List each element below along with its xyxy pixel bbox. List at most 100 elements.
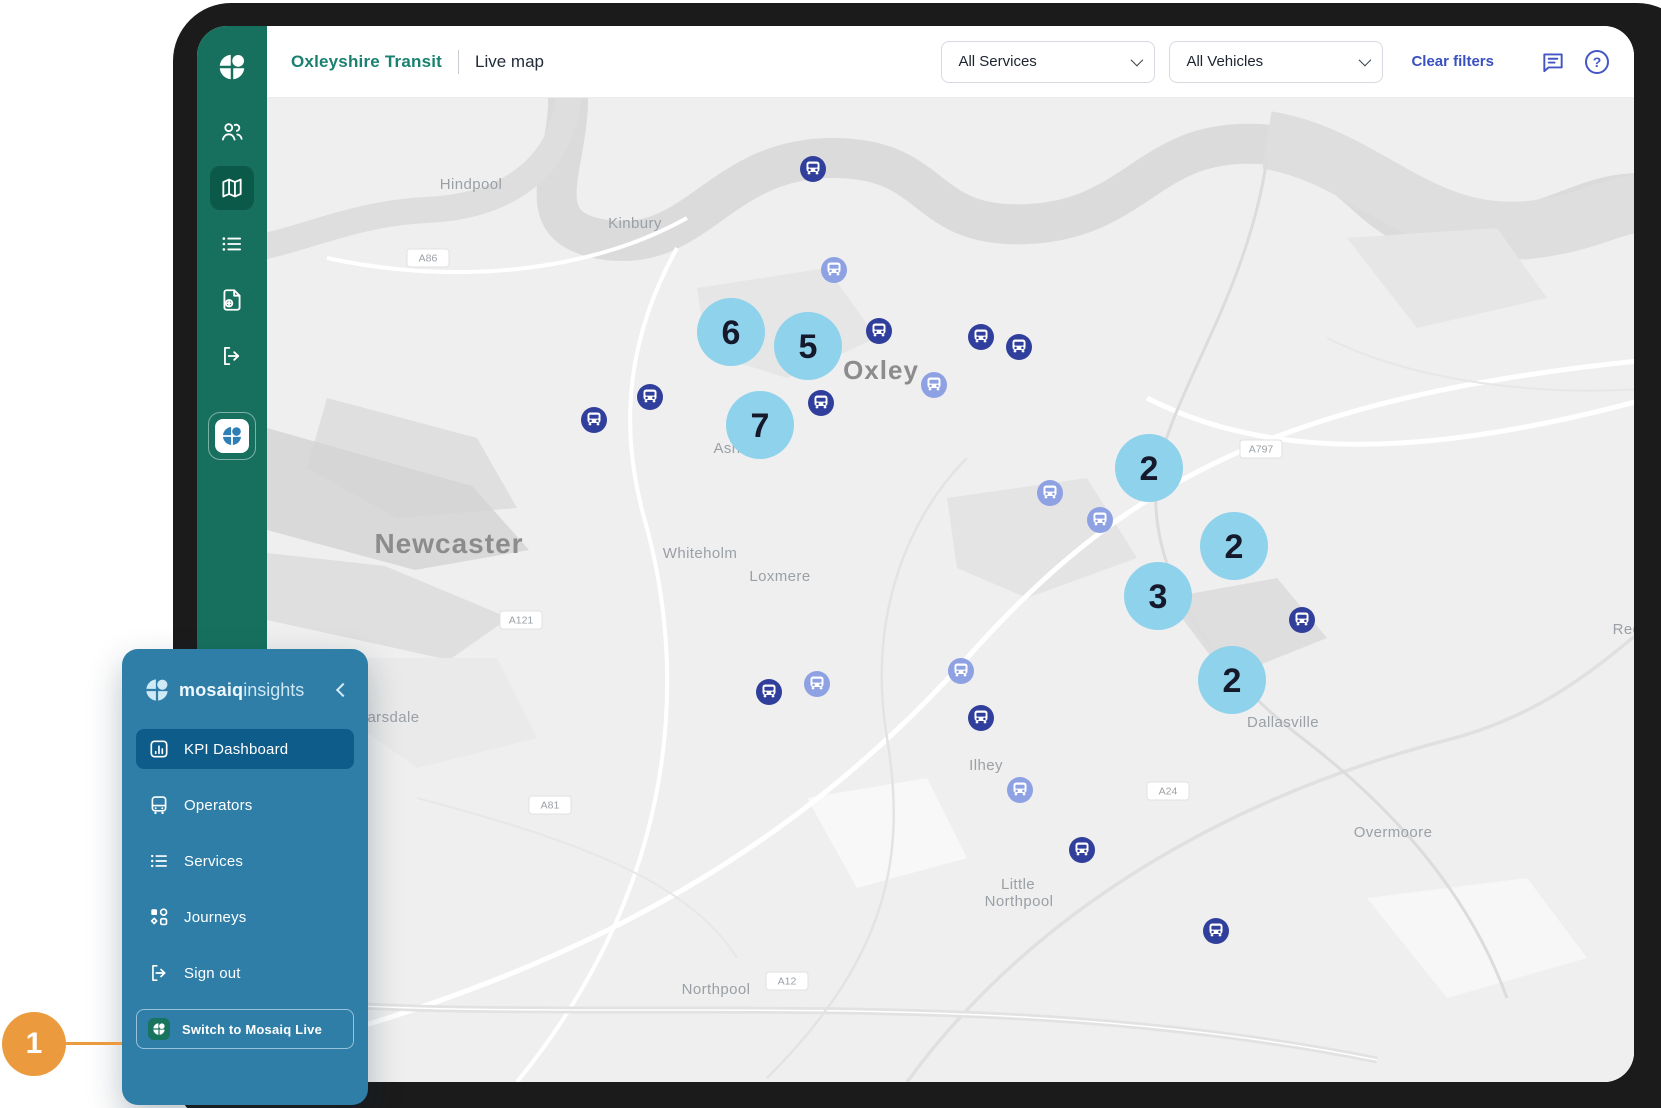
map-cluster-marker[interactable]: 6 bbox=[697, 298, 765, 366]
svg-text:A12: A12 bbox=[778, 976, 797, 988]
nav-item-operators[interactable]: Operators bbox=[136, 785, 354, 825]
switch-app-tile[interactable] bbox=[208, 412, 256, 460]
clear-filters-link[interactable]: Clear filters bbox=[1411, 53, 1494, 70]
sidebar-item-live-map[interactable] bbox=[210, 166, 254, 210]
map-cluster-marker[interactable]: 7 bbox=[726, 391, 794, 459]
mosaiq-insights-panel: mosaiqinsights KPI Dashboard Operators bbox=[122, 649, 368, 1105]
map-town-label: Overmoore bbox=[1354, 824, 1433, 841]
collapse-panel-icon[interactable] bbox=[336, 683, 350, 697]
svg-text:A121: A121 bbox=[509, 615, 534, 627]
bus-icon bbox=[148, 794, 170, 816]
page-title: Live map bbox=[475, 52, 544, 72]
map-vehicle-marker[interactable] bbox=[948, 658, 974, 684]
vehicles-filter-value: All Vehicles bbox=[1186, 53, 1263, 70]
svg-text:A86: A86 bbox=[419, 253, 438, 265]
vehicles-filter-dropdown[interactable]: All Vehicles bbox=[1169, 41, 1383, 83]
map-cluster-marker[interactable]: 3 bbox=[1124, 562, 1192, 630]
map-cluster-marker[interactable]: 2 bbox=[1200, 512, 1268, 580]
svg-text:5: 5 bbox=[799, 328, 818, 366]
map-vehicle-marker[interactable] bbox=[1069, 837, 1095, 863]
map-town-label: Little bbox=[1001, 876, 1035, 893]
map-canvas: HindpoolKinburyOxleyAshNewcasterWhitehol… bbox=[267, 98, 1634, 1082]
map-vehicle-marker[interactable] bbox=[637, 384, 663, 410]
nav-item-label: Sign out bbox=[184, 965, 241, 982]
panel-brand-light: insights bbox=[243, 680, 304, 701]
users-icon bbox=[219, 119, 245, 145]
map-vehicle-marker[interactable] bbox=[1087, 507, 1113, 533]
map-vehicle-marker[interactable] bbox=[866, 318, 892, 344]
map-vehicle-marker[interactable] bbox=[800, 156, 826, 182]
mosaiq-logo-icon: .sidebar .lo{opacity:.55} bbox=[217, 52, 247, 82]
list-icon bbox=[148, 850, 170, 872]
map-cluster-marker[interactable]: 5 bbox=[774, 312, 842, 380]
switch-to-mosaiq-live-button[interactable]: Switch to Mosaiq Live bbox=[136, 1009, 354, 1049]
mosaiq-live-logo-icon bbox=[148, 1018, 170, 1040]
sidebar-item-operators[interactable] bbox=[210, 110, 254, 154]
map-vehicle-marker[interactable] bbox=[968, 705, 994, 731]
sidebar-item-reports[interactable] bbox=[210, 278, 254, 322]
nav-item-journeys[interactable]: Journeys bbox=[136, 897, 354, 937]
mosaiq-live-logo-icon bbox=[215, 419, 249, 453]
brand-title: Oxleyshire Transit bbox=[291, 52, 442, 72]
map-town-label: Northpool bbox=[985, 893, 1054, 910]
map-town-label: Hindpool bbox=[440, 176, 502, 193]
svg-text:7: 7 bbox=[751, 407, 770, 445]
svg-text:6: 6 bbox=[722, 314, 741, 352]
map-vehicle-marker[interactable] bbox=[821, 257, 847, 283]
svg-text:A797: A797 bbox=[1249, 444, 1274, 456]
svg-text:A24: A24 bbox=[1159, 786, 1178, 798]
svg-text:3: 3 bbox=[1149, 578, 1168, 616]
help-button[interactable]: ? bbox=[1584, 49, 1610, 75]
sign-out-icon bbox=[219, 343, 245, 369]
sidebar-item-sign-out[interactable] bbox=[210, 334, 254, 378]
map-town-label: Dallasville bbox=[1247, 714, 1319, 731]
map-road-badge: A12 bbox=[766, 972, 808, 990]
services-filter-value: All Services bbox=[958, 53, 1036, 70]
svg-text:2: 2 bbox=[1225, 528, 1244, 566]
map-road-badge: A86 bbox=[407, 249, 449, 267]
map-cluster-marker[interactable]: 2 bbox=[1198, 646, 1266, 714]
sidebar-item-services[interactable] bbox=[210, 222, 254, 266]
map-town-label: Kinbury bbox=[608, 215, 662, 232]
mosaiq-logo-icon bbox=[144, 677, 170, 703]
map-vehicle-marker[interactable] bbox=[804, 671, 830, 697]
map-vehicle-marker[interactable] bbox=[1007, 777, 1033, 803]
map-cluster-marker[interactable]: 2 bbox=[1115, 434, 1183, 502]
svg-text:2: 2 bbox=[1140, 450, 1159, 488]
map-vehicle-marker[interactable] bbox=[1006, 334, 1032, 360]
file-plus-icon bbox=[219, 287, 245, 313]
services-filter-dropdown[interactable]: All Services bbox=[941, 41, 1155, 83]
nav-item-label: Operators bbox=[184, 797, 253, 814]
live-map[interactable]: HindpoolKinburyOxleyAshNewcasterWhitehol… bbox=[267, 98, 1634, 1082]
list-icon bbox=[219, 231, 245, 257]
map-vehicle-marker[interactable] bbox=[1203, 918, 1229, 944]
annotation-connector-line bbox=[64, 1042, 122, 1045]
feedback-button[interactable] bbox=[1540, 49, 1566, 75]
map-vehicle-marker[interactable] bbox=[1037, 480, 1063, 506]
shapes-icon bbox=[148, 906, 170, 928]
nav-item-kpi-dashboard[interactable]: KPI Dashboard bbox=[136, 729, 354, 769]
chevron-down-icon bbox=[1131, 54, 1144, 67]
map-town-label: Whiteholm bbox=[663, 545, 737, 562]
map-vehicle-marker[interactable] bbox=[968, 324, 994, 350]
nav-item-services[interactable]: Services bbox=[136, 841, 354, 881]
map-vehicle-marker[interactable] bbox=[1289, 607, 1315, 633]
map-town-label: Red bbox=[1613, 621, 1634, 638]
switch-button-label: Switch to Mosaiq Live bbox=[182, 1022, 322, 1037]
question-mark-icon: ? bbox=[1585, 50, 1609, 74]
map-town-label: Ilhey bbox=[969, 757, 1003, 774]
map-vehicle-marker[interactable] bbox=[921, 372, 947, 398]
map-road-badge: A121 bbox=[500, 611, 542, 629]
top-header: Oxleyshire Transit Live map All Services… bbox=[267, 26, 1634, 98]
svg-text:A81: A81 bbox=[541, 800, 560, 812]
nav-item-sign-out[interactable]: Sign out bbox=[136, 953, 354, 993]
chevron-down-icon bbox=[1359, 54, 1372, 67]
chat-bubble-icon bbox=[1540, 49, 1566, 75]
bar-chart-icon bbox=[148, 738, 170, 760]
map-town-label: Loxmere bbox=[749, 568, 810, 585]
map-vehicle-marker[interactable] bbox=[808, 390, 834, 416]
nav-item-label: KPI Dashboard bbox=[184, 741, 288, 758]
map-vehicle-marker[interactable] bbox=[581, 407, 607, 433]
nav-item-label: Services bbox=[184, 853, 243, 870]
map-vehicle-marker[interactable] bbox=[756, 679, 782, 705]
